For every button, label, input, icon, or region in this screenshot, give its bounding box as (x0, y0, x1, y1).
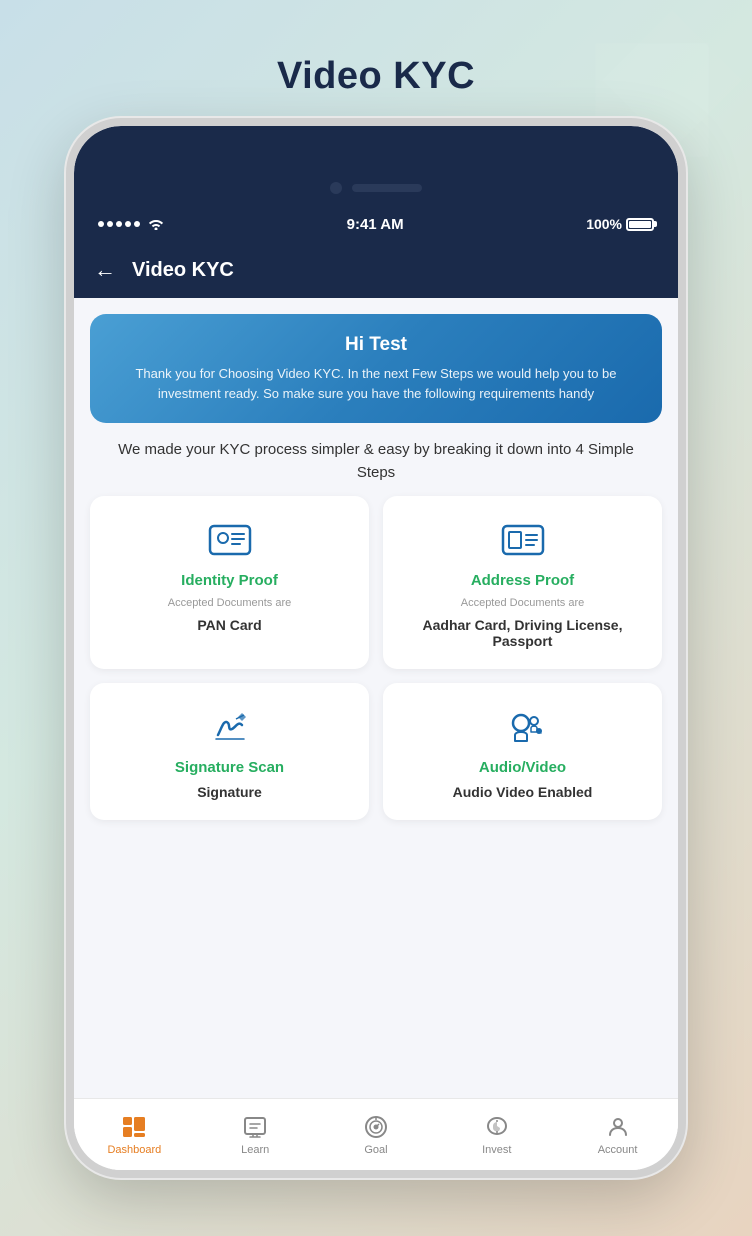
address-proof-card[interactable]: Address Proof Accepted Documents are Aad… (383, 496, 662, 669)
audio-video-card[interactable]: Audio/Video Audio Video Enabled (383, 683, 662, 820)
audio-video-title: Audio/Video (479, 759, 566, 776)
bottom-nav: Dashboard Learn (74, 1098, 678, 1170)
address-proof-sub: Accepted Documents are (461, 597, 585, 609)
audio-video-doc: Audio Video Enabled (453, 784, 593, 800)
status-right: 100% (586, 216, 654, 232)
nav-item-goal[interactable]: Goal (316, 1114, 437, 1156)
signal-dots (98, 221, 140, 227)
address-proof-doc: Aadhar Card, Driving License, Passport (399, 617, 646, 649)
banner-greeting: Hi Test (114, 334, 638, 356)
signature-scan-title: Signature Scan (175, 759, 284, 776)
address-icon (499, 516, 547, 564)
learn-label: Learn (241, 1144, 269, 1156)
account-icon (605, 1114, 631, 1140)
phone-top (74, 126, 678, 206)
goal-label: Goal (364, 1144, 387, 1156)
goal-icon (363, 1114, 389, 1140)
dashboard-label: Dashboard (107, 1144, 161, 1156)
status-time: 9:41 AM (347, 216, 404, 233)
phone-content: Hi Test Thank you for Choosing Video KYC… (74, 298, 678, 1170)
identity-proof-doc: PAN Card (197, 617, 261, 633)
invest-label: Invest (482, 1144, 511, 1156)
identity-icon (206, 516, 254, 564)
nav-item-dashboard[interactable]: Dashboard (74, 1114, 195, 1156)
banner-subtitle: Thank you for Choosing Video KYC. In the… (114, 364, 638, 403)
speaker-bar (352, 184, 422, 192)
battery-icon (626, 218, 654, 231)
page-title: Video KYC (277, 55, 475, 98)
nav-title: Video KYC (132, 259, 234, 282)
banner: Hi Test Thank you for Choosing Video KYC… (90, 314, 662, 423)
identity-proof-card[interactable]: Identity Proof Accepted Documents are PA… (90, 496, 369, 669)
invest-icon (484, 1114, 510, 1140)
nav-item-learn[interactable]: Learn (195, 1114, 316, 1156)
learn-icon (242, 1114, 268, 1140)
address-proof-title: Address Proof (471, 572, 574, 589)
signature-scan-doc: Signature (197, 784, 262, 800)
spacer (74, 832, 678, 1098)
phone-frame: 9:41 AM 100% ← Video KYC Hi Test Thank y… (66, 118, 686, 1178)
steps-description: We made your KYC process simpler & easy … (74, 423, 678, 496)
nav-bar: ← Video KYC (74, 242, 678, 298)
back-button[interactable]: ← (94, 257, 116, 283)
battery-percent: 100% (586, 216, 622, 232)
camera-area (330, 182, 422, 194)
account-label: Account (598, 1144, 638, 1156)
nav-item-invest[interactable]: Invest (436, 1114, 557, 1156)
identity-proof-title: Identity Proof (181, 572, 278, 589)
status-bar: 9:41 AM 100% (74, 206, 678, 242)
camera-dot (330, 182, 342, 194)
wifi-icon (148, 218, 164, 230)
status-left (98, 218, 164, 230)
signature-icon (206, 703, 254, 751)
nav-item-account[interactable]: Account (557, 1114, 678, 1156)
identity-proof-sub: Accepted Documents are (168, 597, 292, 609)
signature-scan-card[interactable]: Signature Scan Signature (90, 683, 369, 820)
cards-grid: Identity Proof Accepted Documents are PA… (74, 496, 678, 832)
audio-video-icon (499, 703, 547, 751)
dashboard-icon (121, 1114, 147, 1140)
